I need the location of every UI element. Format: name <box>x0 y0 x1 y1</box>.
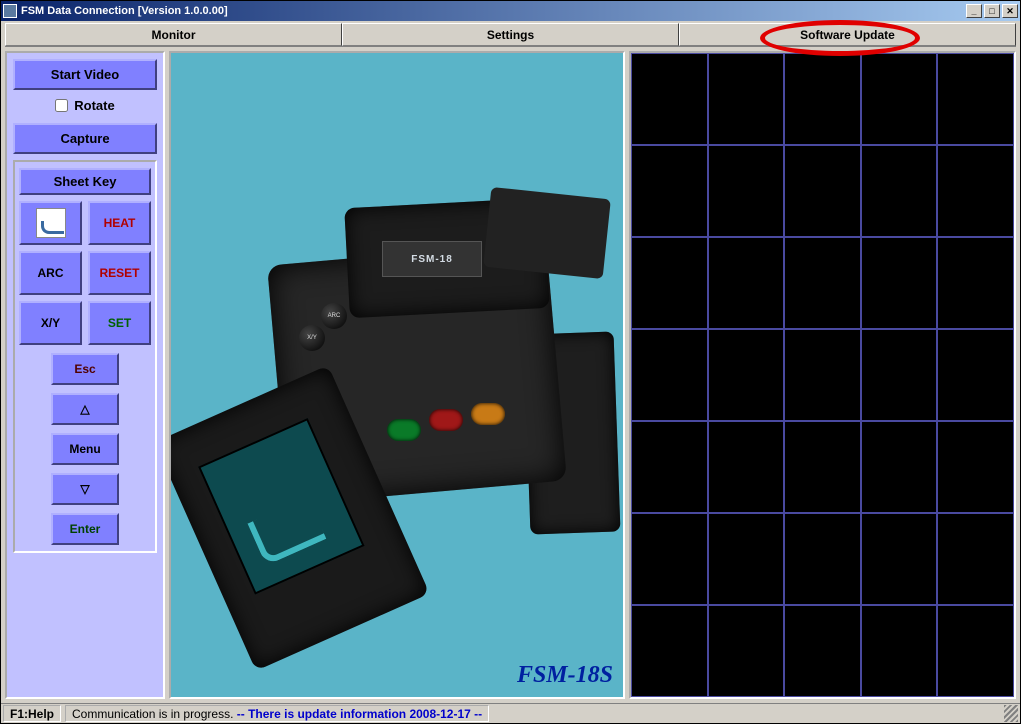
logo-button[interactable] <box>19 201 82 245</box>
sheet-key-panel: Sheet Key HEAT ARC RESET X/Y SET Esc △ M… <box>13 160 157 553</box>
device-illustration: FSM-18 X/YARC <box>187 133 607 593</box>
resize-grip-icon[interactable] <box>1004 705 1018 722</box>
grid-cell[interactable] <box>784 329 861 421</box>
app-icon <box>3 4 17 18</box>
image-panel: FSM-18 X/YARC FSM-18S <box>169 51 625 699</box>
grid-cell[interactable] <box>631 421 708 513</box>
grid-cell[interactable] <box>861 145 938 237</box>
grid-cell[interactable] <box>631 605 708 697</box>
capture-button[interactable]: Capture <box>13 123 157 154</box>
grid-cell[interactable] <box>861 329 938 421</box>
titlebar: FSM Data Connection [Version 1.0.0.00] _… <box>1 1 1020 21</box>
sheet-key-header: Sheet Key <box>19 168 151 195</box>
status-help: F1:Help <box>3 705 61 722</box>
grid-cell[interactable] <box>937 237 1014 329</box>
center-area: FSM-18 X/YARC FSM-18S <box>169 51 1016 699</box>
grid-cell[interactable] <box>861 605 938 697</box>
menu-button[interactable]: Menu <box>51 433 119 465</box>
grid-cell[interactable] <box>631 513 708 605</box>
grid-cell[interactable] <box>784 421 861 513</box>
xy-button[interactable]: X/Y <box>19 301 82 345</box>
grid-cell[interactable] <box>784 53 861 145</box>
down-button[interactable]: ▽ <box>51 473 119 505</box>
grid-cell[interactable] <box>861 53 938 145</box>
tab-software-update[interactable]: Software Update <box>679 23 1016 46</box>
rotate-row: Rotate <box>13 94 157 119</box>
device-badge: FSM-18 <box>411 254 453 265</box>
enter-button[interactable]: Enter <box>51 513 119 545</box>
model-label: FSM-18S <box>517 662 613 689</box>
grid-cell[interactable] <box>861 237 938 329</box>
up-button[interactable]: △ <box>51 393 119 425</box>
grid-cell[interactable] <box>937 513 1014 605</box>
start-video-button[interactable]: Start Video <box>13 59 157 90</box>
sheet-key-column: Esc △ Menu ▽ Enter <box>19 353 151 545</box>
grid-cell[interactable] <box>631 145 708 237</box>
logo-icon <box>36 208 66 238</box>
reset-button[interactable]: RESET <box>88 251 151 295</box>
grid-cell[interactable] <box>708 513 785 605</box>
grid-cell[interactable] <box>784 513 861 605</box>
esc-button[interactable]: Esc <box>51 353 119 385</box>
tab-bar: Monitor Settings Software Update <box>5 23 1016 47</box>
status-bar: F1:Help Communication is in progress. --… <box>1 703 1020 723</box>
status-comm: Communication is in progress. -- There i… <box>65 705 489 722</box>
maximize-button[interactable]: □ <box>984 4 1000 18</box>
grid-cell[interactable] <box>937 329 1014 421</box>
grid-cell[interactable] <box>937 605 1014 697</box>
sidebar: Start Video Rotate Capture Sheet Key HEA… <box>5 51 165 699</box>
grid-cell[interactable] <box>708 145 785 237</box>
set-button[interactable]: SET <box>88 301 151 345</box>
grid-cell[interactable] <box>861 513 938 605</box>
grid-cell[interactable] <box>708 605 785 697</box>
grid-cell[interactable] <box>708 53 785 145</box>
grid-cell[interactable] <box>708 237 785 329</box>
arc-button[interactable]: ARC <box>19 251 82 295</box>
grid-cell[interactable] <box>861 421 938 513</box>
status-update: -- There is update information 2008-12-1… <box>237 707 482 721</box>
window-title: FSM Data Connection [Version 1.0.0.00] <box>21 5 228 17</box>
content-area: Start Video Rotate Capture Sheet Key HEA… <box>1 47 1020 703</box>
tab-settings[interactable]: Settings <box>342 23 679 46</box>
tab-monitor[interactable]: Monitor <box>5 23 342 46</box>
close-button[interactable]: ✕ <box>1002 4 1018 18</box>
grid-cell[interactable] <box>937 53 1014 145</box>
grid-cell[interactable] <box>784 237 861 329</box>
thumbnail-grid <box>629 51 1016 699</box>
heat-button[interactable]: HEAT <box>88 201 151 245</box>
minimize-button[interactable]: _ <box>966 4 982 18</box>
grid-cell[interactable] <box>937 421 1014 513</box>
grid-cell[interactable] <box>937 145 1014 237</box>
grid-cell[interactable] <box>708 329 785 421</box>
app-window: FSM Data Connection [Version 1.0.0.00] _… <box>0 0 1021 724</box>
grid-cell[interactable] <box>784 605 861 697</box>
grid-cell[interactable] <box>631 53 708 145</box>
grid-cell[interactable] <box>784 145 861 237</box>
grid-cell[interactable] <box>631 329 708 421</box>
sheet-key-grid: HEAT ARC RESET X/Y SET <box>19 201 151 345</box>
rotate-label: Rotate <box>74 98 114 113</box>
rotate-checkbox[interactable] <box>55 99 68 112</box>
grid-cell[interactable] <box>631 237 708 329</box>
grid-cell[interactable] <box>708 421 785 513</box>
